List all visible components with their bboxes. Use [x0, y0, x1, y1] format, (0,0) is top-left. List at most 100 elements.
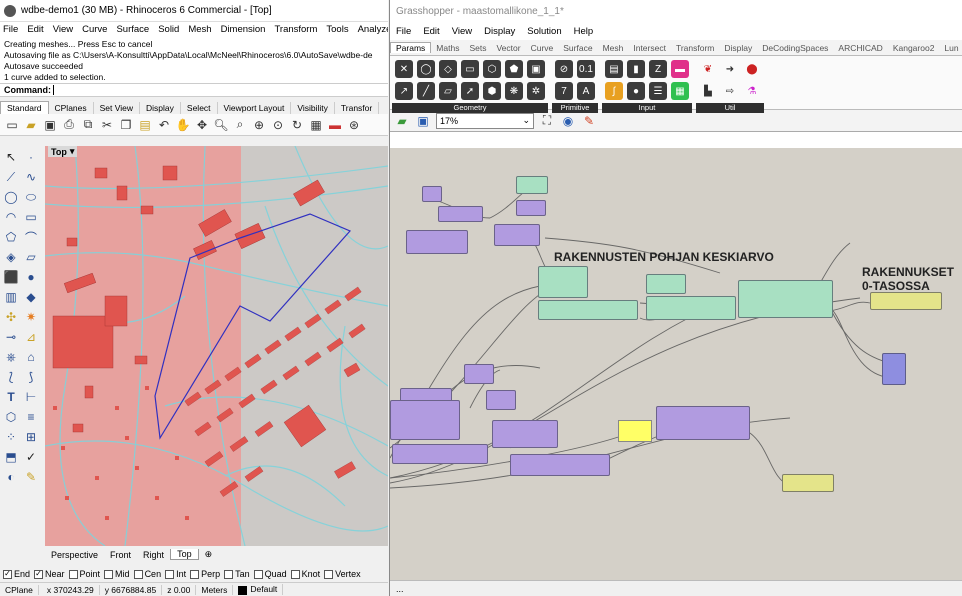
osnap-checkbox[interactable] [165, 569, 175, 579]
param-text-icon[interactable]: A [577, 82, 595, 100]
tab-visibility[interactable]: Visibility [291, 102, 335, 114]
osnap-checkbox[interactable] [224, 569, 234, 579]
point-icon[interactable]: · [22, 148, 40, 166]
tab-display[interactable]: Display [140, 102, 181, 114]
gh-component[interactable] [782, 474, 834, 492]
param-integer-icon[interactable]: 7 [555, 82, 573, 100]
menu-solid[interactable]: Solid [155, 24, 185, 35]
gh-menu-edit[interactable]: Edit [417, 26, 445, 37]
param-group-icon[interactable]: ▣ [527, 60, 545, 78]
gh-tab-sets[interactable]: Sets [464, 43, 491, 53]
explode-icon[interactable]: ✷ [22, 308, 40, 326]
viewport-label[interactable]: Top ▾ [48, 146, 78, 157]
rectangle-icon[interactable]: ▭ [22, 208, 40, 226]
osnap-mid[interactable]: Mid [104, 569, 130, 579]
osnap-checkbox[interactable] [133, 569, 143, 579]
ribbon-label-geometry[interactable]: Geometry [392, 103, 548, 113]
gh-tab-surface[interactable]: Surface [558, 43, 597, 53]
surface-icon[interactable]: ◈ [2, 248, 20, 266]
polyline-icon[interactable]: ⟋ [2, 168, 20, 186]
box-icon[interactable]: ⬛ [2, 268, 20, 286]
param-number-icon[interactable]: 0.1 [577, 60, 595, 78]
boolean-icon[interactable]: ✣ [2, 308, 20, 326]
gh-component[interactable] [492, 420, 558, 448]
split-icon[interactable]: ⊸ [2, 328, 20, 346]
param-rectangle-icon[interactable]: ▭ [461, 60, 479, 78]
open-folder-icon[interactable]: ▰ [23, 117, 39, 133]
gh-component[interactable] [516, 200, 546, 216]
data-dam-icon[interactable]: ▙ [699, 82, 717, 100]
param-vector-icon[interactable]: ➚ [461, 82, 479, 100]
zoom-icon[interactable]: 🔍︎ [213, 117, 229, 133]
cut-icon[interactable]: ✂ [99, 117, 115, 133]
osnap-point[interactable]: Point [68, 569, 100, 579]
menu-dimension[interactable]: Dimension [218, 24, 272, 35]
gh-component[interactable] [870, 292, 942, 310]
gh-menu-view[interactable]: View [446, 26, 478, 37]
osnap-int[interactable]: Int [165, 569, 186, 579]
osnap-vertex[interactable]: Vertex [324, 569, 361, 579]
param-line-icon[interactable]: ╱ [417, 82, 435, 100]
galapagos-icon[interactable]: ⚗ [743, 82, 761, 100]
rotate-view-icon[interactable]: ✥ [194, 117, 210, 133]
select-arrow-icon[interactable]: ↖ [2, 148, 20, 166]
tab-cplanes[interactable]: CPlanes [49, 102, 94, 114]
circle-icon[interactable]: ◯ [2, 188, 20, 206]
gh-tab-curve[interactable]: Curve [526, 43, 559, 53]
osnap-checkbox[interactable]: ✓ [34, 569, 44, 579]
colour-swatch-icon[interactable]: ▦ [671, 82, 689, 100]
gh-component[interactable] [464, 364, 494, 384]
zoom-window-icon[interactable]: ⌕ [232, 117, 248, 133]
pan-hand-icon[interactable]: ✋ [175, 117, 191, 133]
tab-viewport-layout[interactable]: Viewport Layout [218, 102, 292, 114]
gradient-icon[interactable]: ▬ [671, 60, 689, 78]
fitness-icon[interactable]: ⬤ [743, 60, 761, 78]
trim-icon[interactable]: ⊿ [22, 328, 40, 346]
osnap-knot[interactable]: Knot [290, 569, 320, 579]
osnap-end[interactable]: ✓ End [3, 569, 30, 579]
menu-edit[interactable]: Edit [24, 24, 49, 35]
viewport-tab-right[interactable]: Right [137, 550, 170, 560]
zoom-selected-icon[interactable]: ⊙ [270, 117, 286, 133]
viewport-tab-top[interactable]: Top [170, 549, 199, 560]
gh-tab-transform[interactable]: Transform [671, 43, 719, 53]
add-viewport-icon[interactable]: ⊕ [199, 549, 219, 560]
zoom-select[interactable]: 17% ⌄ [436, 112, 534, 129]
osnap-checkbox[interactable] [68, 569, 78, 579]
menu-surface[interactable]: Surface [113, 24, 155, 35]
save-file-icon[interactable]: ▣ [415, 113, 431, 129]
analyze-icon[interactable]: ⬒ [2, 448, 20, 466]
copy-icon[interactable]: ❐ [118, 117, 134, 133]
menu-tools[interactable]: Tools [323, 24, 354, 35]
viewport-dropdown-icon[interactable]: ▾ [70, 146, 75, 157]
viewport-tab-front[interactable]: Front [104, 550, 137, 560]
gh-component[interactable] [406, 230, 468, 254]
gh-tab-maths[interactable]: Maths [431, 43, 464, 53]
gh-component[interactable] [882, 353, 906, 385]
print-icon[interactable]: ⎙ [61, 117, 77, 133]
command-line[interactable]: Command: [0, 83, 388, 97]
osnap-checkbox[interactable] [104, 569, 114, 579]
panel-icon[interactable]: ▤ [605, 60, 623, 78]
offset-icon[interactable]: ⟆ [22, 368, 40, 386]
param-surface-icon[interactable]: ◇ [439, 60, 457, 78]
zoom-dropdown-icon[interactable]: ⌄ [522, 115, 530, 126]
fillet-icon[interactable]: ⌒ [22, 228, 40, 246]
param-boolean-icon[interactable]: ⊘ [555, 60, 573, 78]
gh-component[interactable] [738, 280, 833, 318]
ribbon-label-util[interactable]: Util [696, 103, 764, 113]
menu-analyze[interactable]: Analyze [355, 24, 388, 35]
param-circle-icon[interactable]: ◯ [417, 60, 435, 78]
gh-tab-mesh[interactable]: Mesh [598, 43, 629, 53]
gh-component[interactable] [390, 400, 460, 440]
extrude-icon[interactable]: ▱ [22, 248, 40, 266]
graph-mapper-icon[interactable]: ∫ [605, 82, 623, 100]
gh-component[interactable] [486, 390, 516, 410]
gh-component[interactable] [422, 186, 442, 202]
param-geometry-icon[interactable]: ✲ [527, 82, 545, 100]
gh-component[interactable] [656, 406, 750, 440]
gh-tab-kangaroo2[interactable]: Kangaroo2 [888, 43, 940, 53]
slider-icon[interactable]: Z [649, 60, 667, 78]
gh-tab-vector[interactable]: Vector [491, 43, 525, 53]
menu-curve[interactable]: Curve [79, 24, 113, 35]
